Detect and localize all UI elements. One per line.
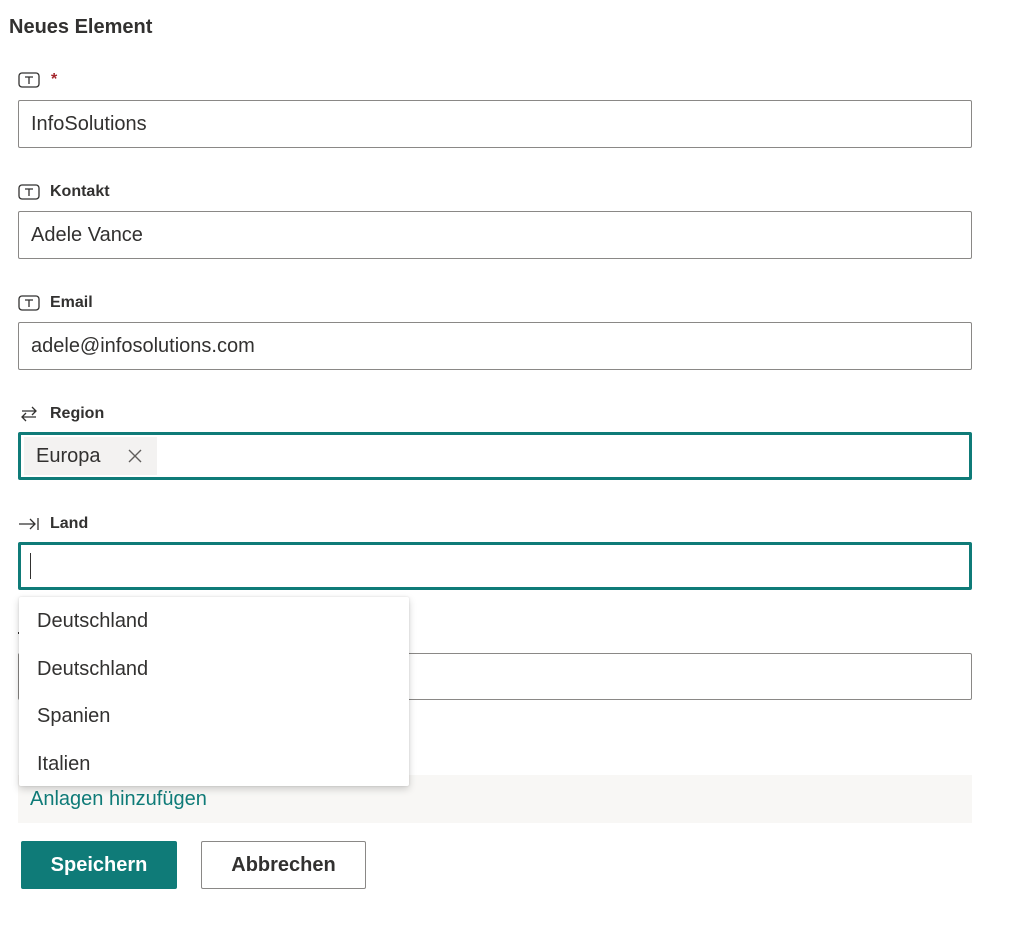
region-tag: Europa (24, 437, 157, 475)
close-icon[interactable] (127, 448, 143, 464)
kontakt-input[interactable]: Adele Vance (18, 211, 972, 259)
lookup-icon (18, 403, 40, 425)
kontakt-label: Kontakt (18, 181, 110, 203)
cancel-button[interactable]: Abbrechen (201, 841, 366, 889)
title-input[interactable]: InfoSolutions (18, 100, 972, 148)
title-input-value: InfoSolutions (31, 112, 147, 135)
email-label: Email (18, 292, 93, 314)
land-label-text: Land (50, 515, 89, 532)
required-marker: * (51, 71, 58, 88)
text-field-icon (18, 69, 40, 91)
text-caret (30, 553, 31, 579)
email-input[interactable]: adele@infosolutions.com (18, 322, 972, 370)
text-field-icon (18, 181, 40, 203)
title-field-label: * (18, 69, 57, 91)
kontakt-label-text: Kontakt (50, 183, 110, 200)
land-suggestions-dropdown: Deutschland Deutschland Spanien Italien (19, 597, 409, 786)
add-attachments-link[interactable]: Anlagen hinzufügen (30, 788, 207, 811)
text-field-icon (18, 292, 40, 314)
dropdown-option[interactable]: Deutschland (19, 598, 409, 646)
email-input-value: adele@infosolutions.com (31, 334, 255, 357)
region-tag-label: Europa (36, 444, 101, 467)
arrow-to-right-icon (18, 513, 40, 535)
save-button[interactable]: Speichern (21, 841, 177, 889)
land-input[interactable] (18, 542, 972, 590)
land-label: Land (18, 513, 88, 535)
region-label-text: Region (50, 405, 105, 422)
dropdown-option[interactable]: Deutschland (19, 646, 409, 694)
email-label-text: Email (50, 294, 93, 311)
region-picker[interactable]: Europa (18, 432, 972, 480)
dropdown-option[interactable]: Spanien (19, 693, 409, 741)
kontakt-input-value: Adele Vance (31, 223, 143, 246)
dropdown-option[interactable]: Italien (19, 741, 409, 789)
region-label: Region (18, 403, 104, 425)
form-title: Neues Element (9, 16, 153, 38)
